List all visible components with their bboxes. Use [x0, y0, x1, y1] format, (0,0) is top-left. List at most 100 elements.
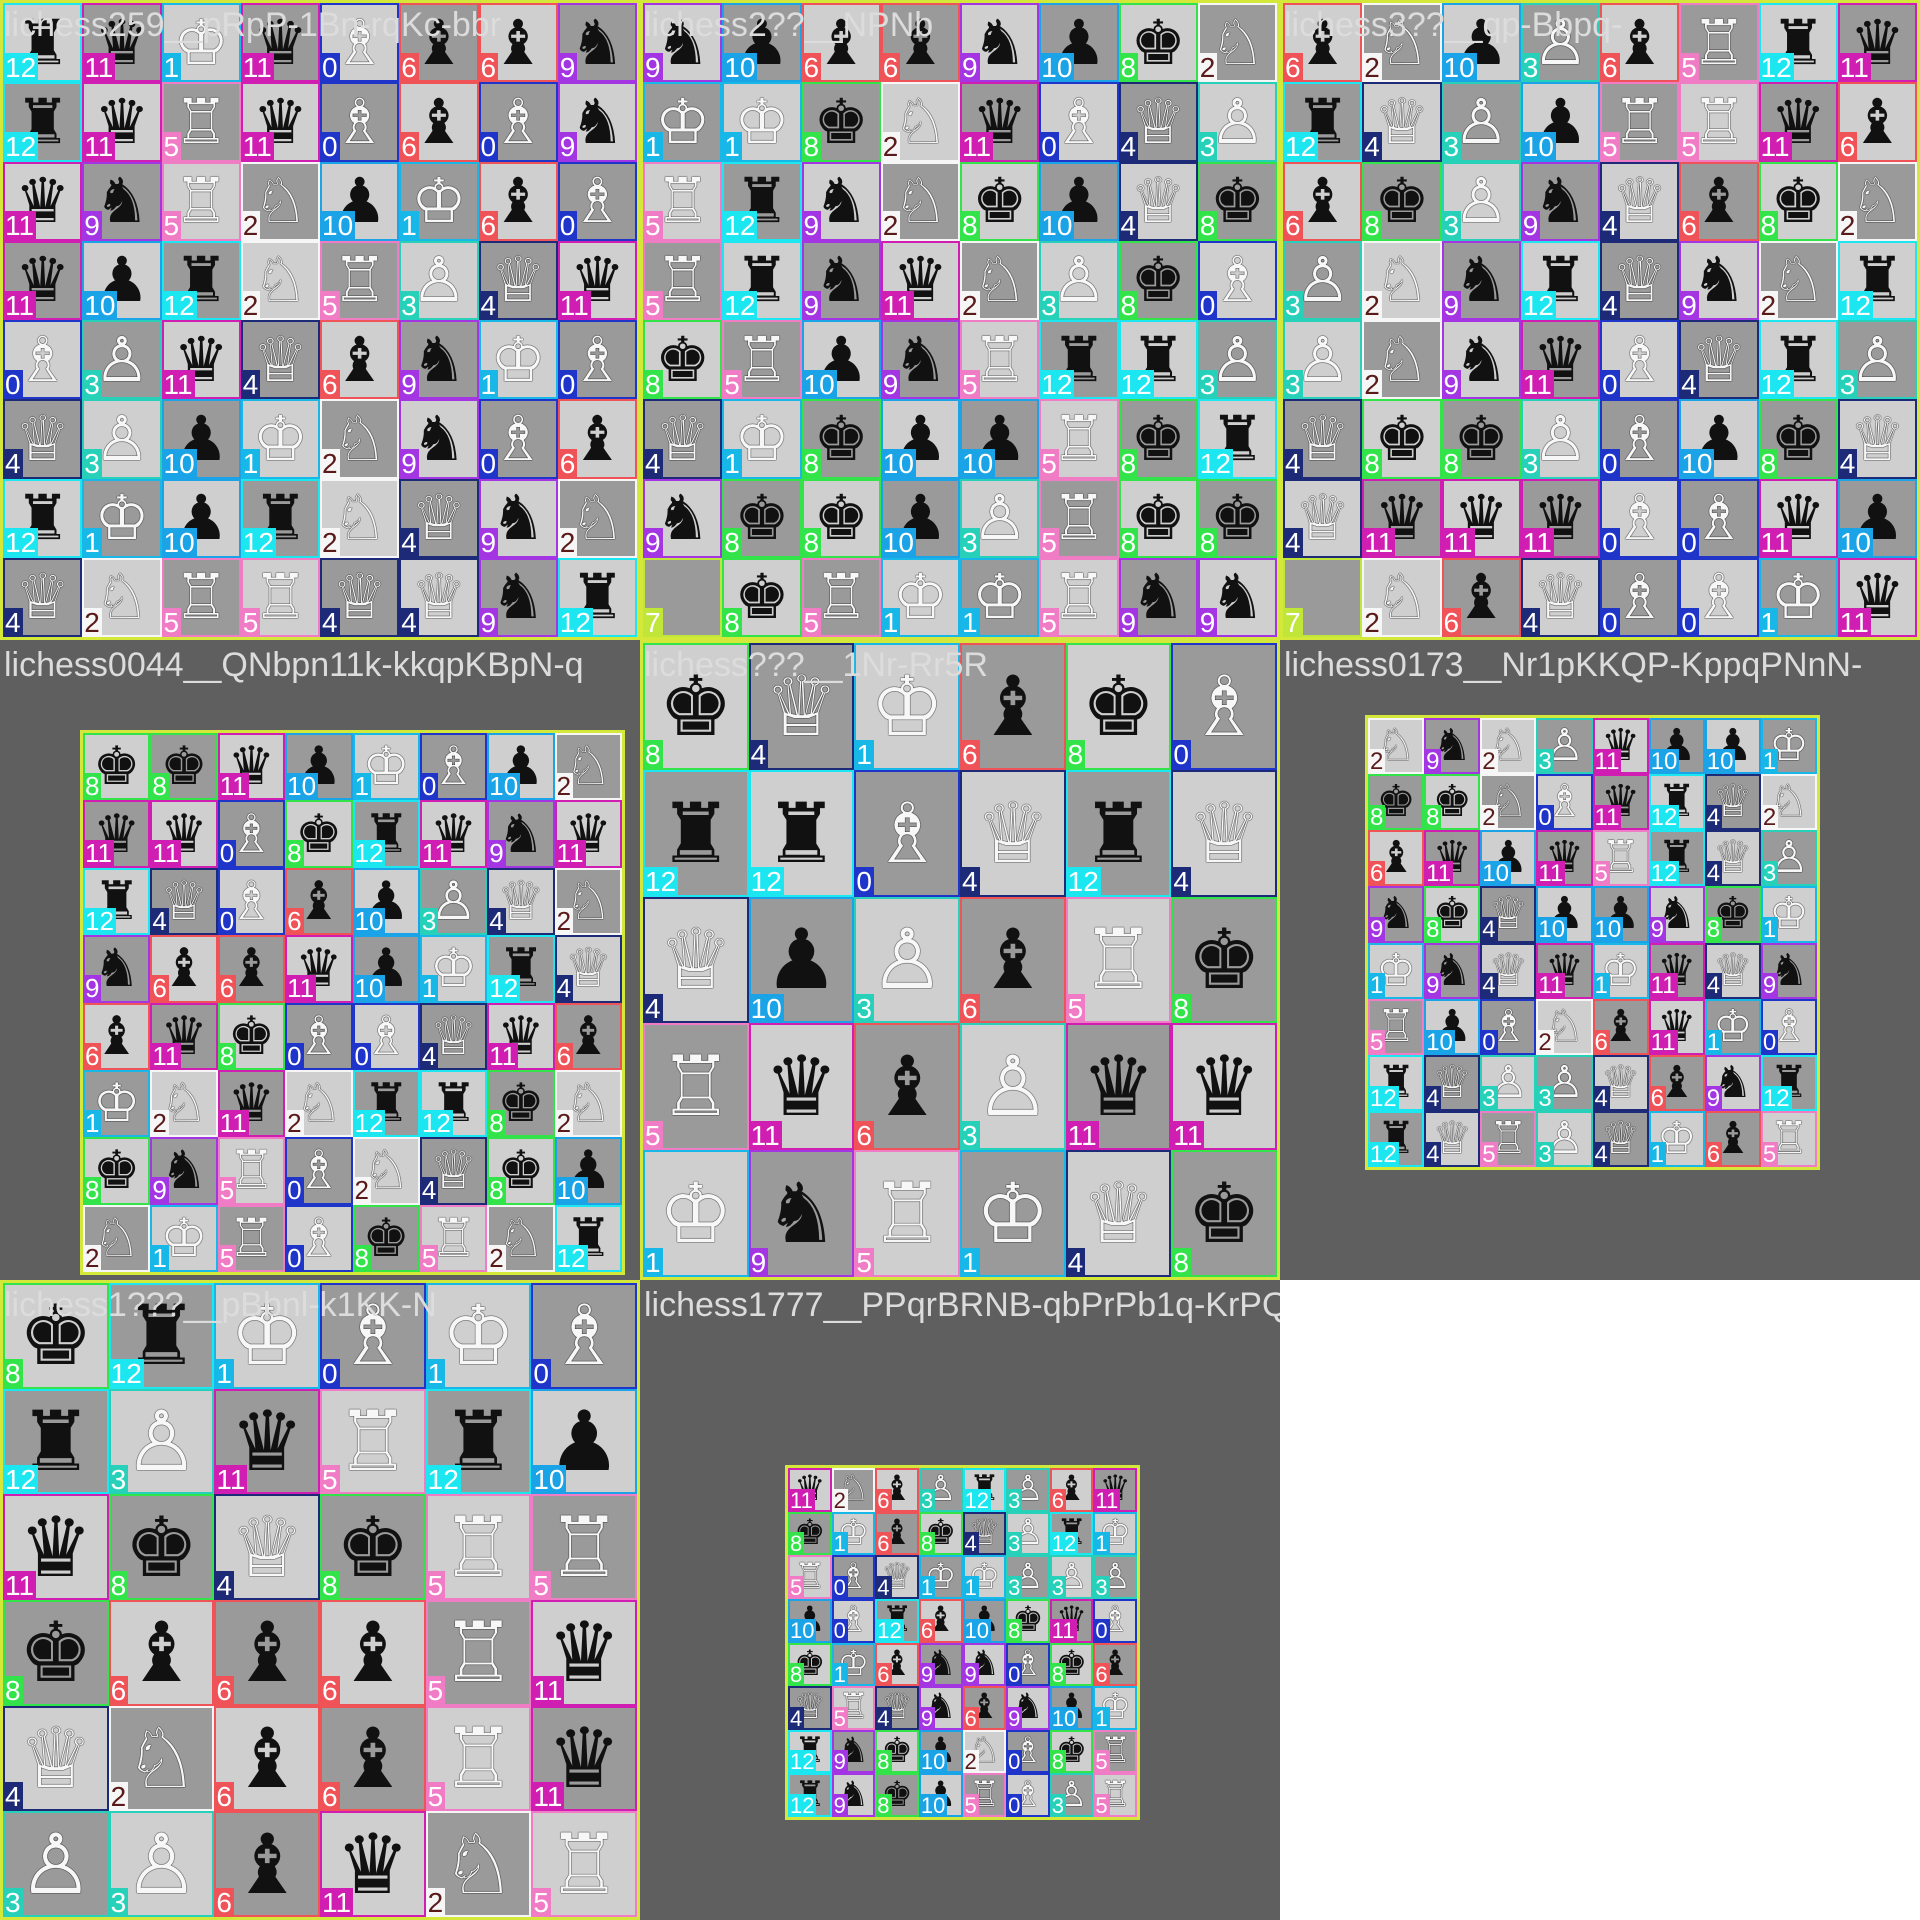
mosaic-tile: lichess2??__NPNb ♞ 9 ♟ 10 ♝ 6 ♝ 6 ♞ 9 ♟ 10 ♚ 8 ♘ 2 ♔ 1 ♔ 1 ♚ 8… — [640, 0, 1280, 640]
class-label-tag: 2 — [1362, 289, 1382, 321]
board-square: ♚ 8 — [1362, 399, 1442, 480]
board-square: ♔ 1 — [722, 399, 802, 479]
board-square: ♖ 5 — [1093, 1729, 1137, 1773]
tile-caption: lichess3??__qp-Bbpq- — [1284, 6, 1623, 44]
mosaic-tile: lichess0173__Nr1pKKQP-KppqPNnN- ♘ 2 ♞ 9 ♘ 2 ♙ 3 ♛… — [1280, 640, 1920, 1280]
chess-piece-icon: ♝ — [569, 401, 626, 475]
class-label-tag: 3 — [1093, 1574, 1110, 1600]
board-square: ♖ 5 — [1480, 1110, 1537, 1167]
class-label-tag: 10 — [82, 289, 118, 321]
board-square: ♖ 5 — [161, 82, 241, 162]
chess-piece-icon: ♝ — [335, 1709, 411, 1807]
chess-piece-icon: ♚ — [1374, 164, 1430, 238]
class-label-tag: 5 — [1592, 860, 1610, 888]
board-square: ♘ 2 — [1760, 774, 1817, 830]
class-label-tag: 8 — [875, 1749, 892, 1775]
chess-piece-icon: ♖ — [546, 1815, 622, 1913]
class-label-tag: 4 — [399, 527, 419, 559]
chess-piece-icon: ♖ — [441, 1604, 516, 1702]
board-square: ♘ 2 — [1197, 3, 1277, 82]
class-label-tag: 8 — [487, 1107, 506, 1138]
class-label-tag: 8 — [1758, 448, 1779, 480]
board-square: ♛11 — [1441, 478, 1521, 558]
class-label-tag: 1 — [854, 739, 874, 771]
board-square: ♚ 8 — [1424, 774, 1481, 830]
class-label-tag: 11 — [150, 1040, 182, 1071]
board-square: ♟10 — [1049, 1686, 1094, 1730]
chess-piece-icon: ♕ — [14, 401, 71, 475]
board-square: ♘ 2 — [1480, 774, 1537, 830]
class-label-tag: 12 — [748, 866, 784, 898]
class-label-tag: 8 — [352, 1242, 371, 1273]
class-label-tag: 12 — [419, 1107, 453, 1138]
board-square: ♔ 1 — [880, 557, 960, 637]
board-square: ♝ 6 — [1049, 1468, 1094, 1512]
chess-piece-icon: ♘ — [1209, 5, 1266, 79]
chess-piece-icon: ♞ — [971, 5, 1028, 79]
chess-piece-icon: ♙ — [1209, 322, 1266, 396]
class-label-tag: 12 — [352, 1107, 386, 1138]
board-square: ♖ 5 — [1600, 82, 1680, 162]
class-label-tag: 3 — [1006, 1531, 1023, 1557]
board-square: ♝ 6 — [285, 867, 353, 936]
chess-piece-icon: ♕ — [18, 1709, 94, 1807]
board-square: ♘ 2 — [960, 240, 1040, 320]
class-label-tag: 9 — [880, 368, 901, 400]
chess-piece-icon: ♔ — [971, 560, 1028, 634]
board-square: ♜12 — [748, 769, 855, 898]
board-square: ♟10 — [320, 161, 400, 241]
class-label-tag: 6 — [83, 1040, 102, 1071]
class-label-tag: 12 — [1049, 1531, 1079, 1557]
class-label-tag: 0 — [854, 866, 874, 898]
chess-board: ♛11♘2♝6♙3♜12♙3♝6♛11♚8♔1♝6♚8♕4♙3♜12♔1♖5♗0… — [785, 1465, 1140, 1820]
board-square: ♟10 — [918, 1729, 963, 1773]
board-square: ♝ 6 — [959, 896, 1066, 1023]
board-square: ♖ 5 — [161, 557, 241, 637]
class-label-tag: 12 — [1368, 1140, 1399, 1168]
class-label-tag: 4 — [1704, 804, 1723, 832]
board-square: ♞ 9 — [1760, 942, 1817, 999]
class-label-tag: 12 — [554, 1242, 588, 1273]
class-label-tag: 3 — [1536, 747, 1554, 775]
class-label-tag: 6 — [875, 1531, 892, 1557]
board-square: ♗ 0 — [320, 82, 400, 162]
board-square: ♗ 0 — [1600, 320, 1680, 399]
class-label-tag: 11 — [880, 289, 914, 321]
board-square: ♘ 2 — [150, 1069, 218, 1138]
board-square: ♛11 — [557, 240, 637, 320]
chess-piece-icon: ♘ — [1374, 322, 1430, 396]
board-square: ♖ 5 — [1093, 1773, 1137, 1817]
board-square: ♕ 4 — [962, 1511, 1007, 1555]
class-label-tag: 9 — [1704, 1084, 1723, 1112]
board-square: ♗ 0 — [1039, 82, 1119, 162]
board-square: ♖ 5 — [425, 1705, 532, 1811]
chess-piece-icon: ♝ — [490, 164, 546, 238]
board-square: ♜12 — [788, 1773, 832, 1817]
board-square: ♙ 3 — [1006, 1468, 1050, 1512]
board-square: ♖ 5 — [1679, 3, 1759, 82]
board-square: ♚ 8 — [1118, 399, 1198, 479]
board-square: ♜12 — [1039, 320, 1119, 399]
chess-board: ♝ 6 ♘ 2 ♟ 10 ♙ 3 ♝ 6 ♖ 5 ♜ 12 ♛ 11 ♜ 12 ♕ 4 ♙ 3 ♟ 10 ♖ 5 ♖ 5 ♛ 11 ♝ 6 ♝ 6… — [1280, 0, 1920, 640]
class-label-tag: 8 — [1362, 448, 1382, 480]
board-square: ♖ 5 — [960, 320, 1040, 399]
class-label-tag: 6 — [478, 51, 499, 83]
chess-piece-icon: ♗ — [14, 322, 71, 396]
board-square: ♗ 0 — [478, 82, 558, 162]
board-square: ♞ 9 — [1197, 557, 1277, 637]
class-label-tag: 2 — [1480, 747, 1498, 775]
board-square: ♘ 2 — [352, 1137, 420, 1205]
class-label-tag: 6 — [150, 973, 169, 1004]
board-square: ♚ 8 — [788, 1511, 832, 1555]
class-label-tag: 8 — [1118, 527, 1139, 559]
chess-piece-icon: ♖ — [173, 560, 229, 634]
board-square: ♕ 4 — [1362, 82, 1442, 162]
class-label-tag: 9 — [962, 1662, 979, 1688]
chess-board: ♘ 2 ♞ 9 ♘ 2 ♙ 3 ♛ 11 ♟ 10 ♟ 10 ♔ 1 ♚ 8 ♚ 8 ♘ 2 ♗ 0 ♛ 11 ♜ 12 ♕ 4 ♘ 2 ♝ 6 ♛… — [1365, 715, 1820, 1170]
board-square: ♘ 2 — [554, 1069, 622, 1138]
class-label-tag: 10 — [722, 51, 758, 83]
board-square: ♗ 0 — [1679, 557, 1759, 637]
class-label-tag: 4 — [1424, 1140, 1442, 1168]
class-label-tag: 4 — [554, 973, 574, 1004]
class-label-tag: 0 — [1006, 1749, 1023, 1775]
